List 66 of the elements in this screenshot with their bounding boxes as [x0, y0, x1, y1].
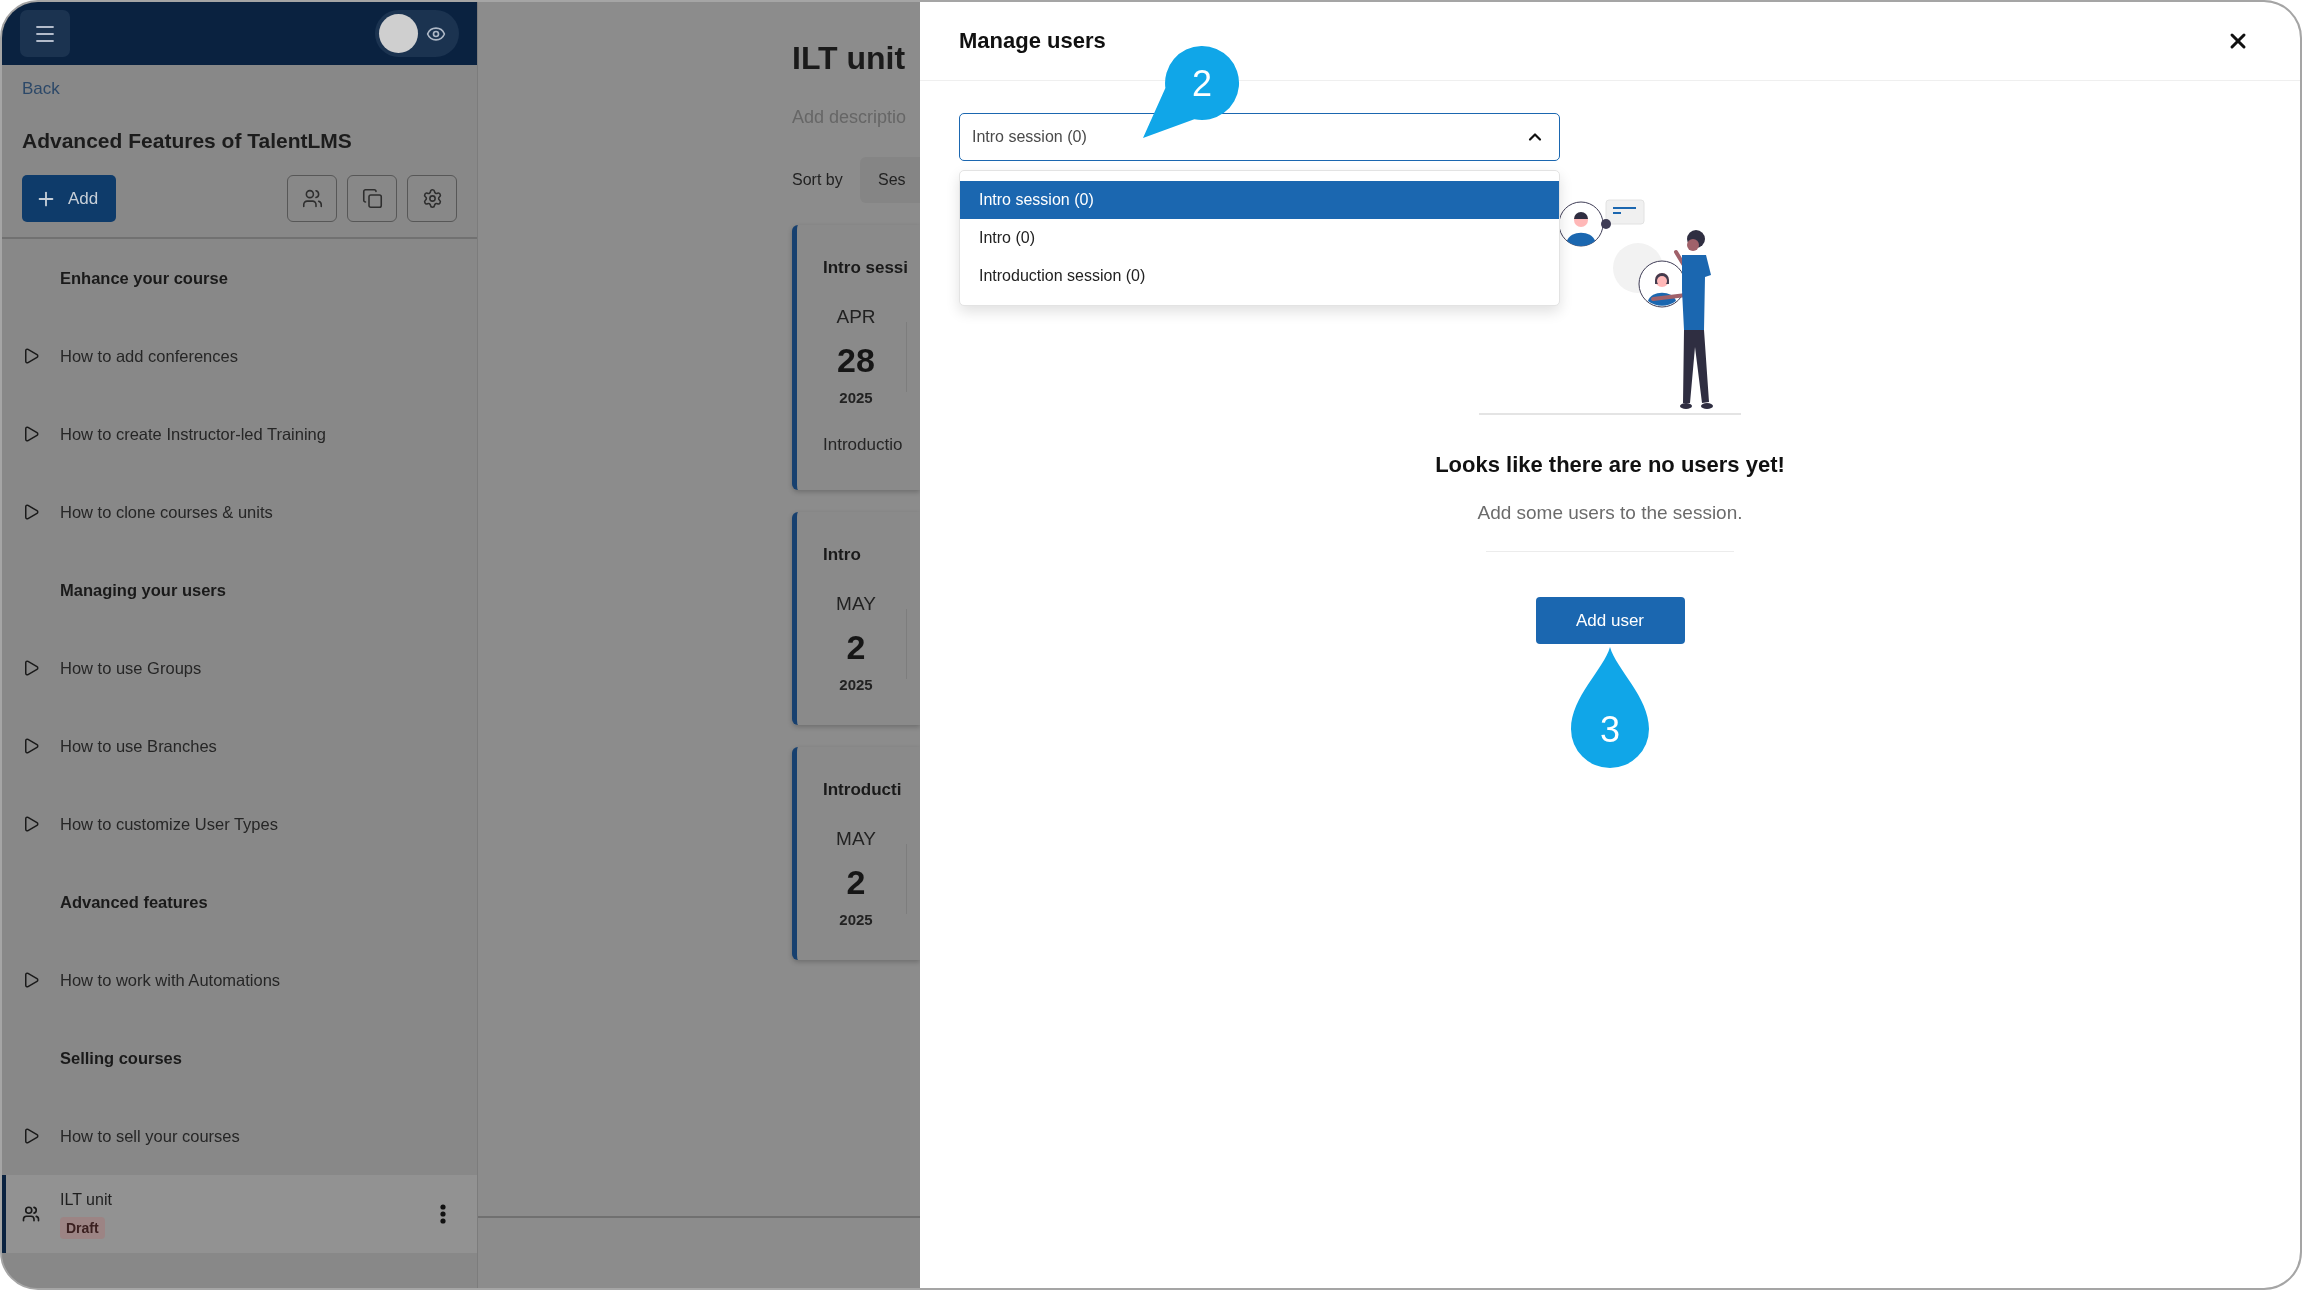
group-icon	[22, 1205, 40, 1223]
play-icon	[22, 815, 40, 833]
session-day: 2	[846, 627, 866, 667]
session-title: Intro	[823, 544, 861, 566]
add-button[interactable]: Add	[22, 175, 116, 222]
session-description: Introductio	[823, 434, 903, 456]
session-month: MAY	[836, 827, 876, 851]
preview-toggle[interactable]	[375, 10, 459, 57]
more-icon	[440, 1204, 446, 1224]
modal-title: Manage users	[959, 28, 1106, 54]
course-title: Advanced Features of TalentLMS	[22, 128, 352, 154]
session-card[interactable]: Intro MAY 2 2025	[792, 512, 920, 725]
lesson-item[interactable]: How to create Instructor-led Training	[2, 395, 477, 473]
settings-icon	[421, 188, 443, 209]
settings-button[interactable]	[407, 175, 457, 222]
copy-icon	[361, 188, 383, 209]
dropdown-option[interactable]: Intro (0)	[960, 219, 1559, 257]
users-button[interactable]	[287, 175, 337, 222]
empty-state-title: Looks like there are no users yet!	[1435, 451, 1785, 479]
session-year: 2025	[839, 675, 873, 695]
lesson-item[interactable]: How to work with Automations	[2, 941, 477, 1019]
section-heading: Selling courses	[60, 1048, 182, 1068]
play-icon	[22, 1127, 40, 1145]
lesson-item[interactable]: How to add conferences	[2, 317, 477, 395]
more-button[interactable]	[440, 1204, 446, 1224]
lesson-item[interactable]: How to customize User Types	[2, 785, 477, 863]
users-icon	[301, 188, 323, 209]
session-month: APR	[836, 305, 876, 329]
session-day: 2	[846, 862, 866, 902]
session-day: 28	[837, 340, 875, 380]
menu-button[interactable]	[20, 10, 70, 57]
add-user-button[interactable]: Add user	[1535, 597, 1685, 644]
lesson-item[interactable]: How to use Groups	[2, 629, 477, 707]
dropdown-option[interactable]: Introduction session (0)	[960, 257, 1559, 295]
page-title: ILT unit	[792, 39, 906, 77]
sort-label: Sort by	[792, 171, 843, 189]
empty-state-text: Add some users to the session.	[1477, 501, 1743, 525]
session-month: MAY	[836, 592, 876, 616]
section-heading: Managing your users	[60, 580, 226, 600]
play-icon	[22, 737, 40, 755]
unit-item[interactable]: ILT unit Draft	[2, 1175, 477, 1253]
session-card[interactable]: Intro sessi APR 28 2025 Introductio	[792, 225, 920, 490]
lesson-item[interactable]: How to clone courses & units	[2, 473, 477, 551]
dropdown-option[interactable]: Intro session (0)	[960, 181, 1559, 219]
session-card[interactable]: Introducti MAY 2 2025	[792, 747, 920, 960]
copy-button[interactable]	[347, 175, 397, 222]
status-badge: Draft	[60, 1216, 105, 1239]
play-icon	[22, 503, 40, 521]
lesson-item[interactable]: How to use Branches	[2, 707, 477, 785]
session-select[interactable]: Intro session (0)	[959, 113, 1560, 161]
back-link[interactable]: Back	[22, 79, 60, 99]
session-year: 2025	[839, 388, 873, 408]
play-icon	[22, 971, 40, 989]
step-number-callout: 2	[1140, 45, 1240, 140]
step-number-callout: 3	[1570, 647, 1650, 769]
play-icon	[22, 425, 40, 443]
lesson-item[interactable]: How to sell your courses	[2, 1097, 477, 1175]
section-heading: Advanced features	[60, 892, 208, 912]
play-icon	[22, 659, 40, 677]
sort-select[interactable]: Ses	[860, 157, 920, 203]
section-heading: Enhance your course	[60, 268, 228, 288]
play-icon	[22, 347, 40, 365]
session-year: 2025	[839, 910, 873, 930]
session-title: Introducti	[823, 779, 902, 801]
session-title: Intro sessi	[823, 257, 909, 279]
unit-title: ILT unit	[60, 1189, 112, 1210]
